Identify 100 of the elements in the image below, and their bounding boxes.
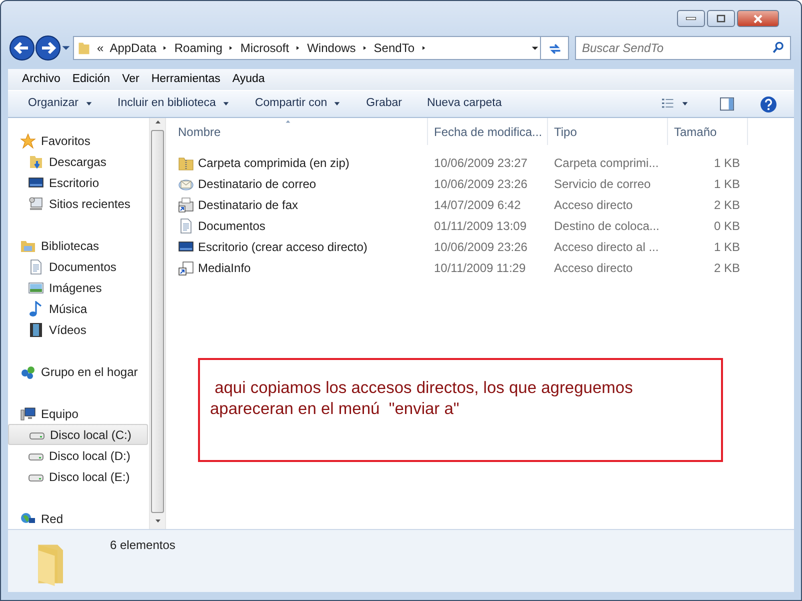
file-name[interactable]: MediaInfo [198,258,251,276]
toolbar-button[interactable]: Compartir con [246,92,350,116]
address-overflow[interactable]: « [97,39,104,57]
document-icon [178,218,194,234]
column-header[interactable]: Tipo [548,118,668,145]
column-header[interactable]: Fecha de modifica... [428,118,548,145]
breadcrumb-item[interactable]: Microsoft [240,39,290,57]
menu-item[interactable]: Ver [118,70,144,88]
folder-icon [28,154,44,170]
zip-folder-icon [178,154,194,170]
caret-icon [222,101,230,107]
sidebar-item[interactable]: Red [8,508,148,529]
table-cell-text: Acceso directo [553,196,634,214]
table-cell-text: Destino de coloca... [553,218,660,234]
shortcut-icon [178,260,194,276]
table-cell-text: 10/06/2009 23:26 [433,176,528,192]
file-name[interactable]: Escritorio (crear acceso directo) [198,238,368,256]
sort-arrow-icon [284,119,292,124]
chevron-right-icon[interactable] [295,44,302,52]
breadcrumb-item[interactable]: Windows [307,39,356,57]
address-bar[interactable]: « AppData Roaming Microsoft Windows SendTo [73,36,541,60]
music-note-icon [28,300,44,316]
film-icon [28,322,44,338]
monitor-icon [28,196,44,212]
search-field[interactable]: Buscar SendTo [575,36,791,60]
back-button[interactable] [9,35,35,61]
caret-icon [84,101,92,107]
file-name[interactable]: Destinatario de fax [198,196,298,214]
table-cell-text: 1 KB [712,154,741,172]
refresh-icon [548,42,562,56]
sidebar-item[interactable]: Imágenes [8,277,148,298]
image-icon [28,280,44,296]
annotation-text: aqui copiamos los accesos directos, los que agreguemos apareceran en el menú "enviar a" [210,378,634,420]
table-cell-text: 1 KB [712,238,741,256]
column-header[interactable]: Tamaño [668,118,748,145]
table-cell-text: 1 KB [712,176,741,192]
document-icon [28,258,44,274]
list-view-icon [661,98,675,110]
sidebar-item[interactable]: Escritorio [8,172,148,193]
sidebar-item[interactable]: Disco local (C:) [8,424,148,445]
sidebar-item[interactable]: Música [8,298,148,319]
column-header[interactable]: Nombre [166,118,428,145]
file-name[interactable]: Documentos [198,216,266,234]
chevron-right-icon[interactable] [228,44,234,52]
file-name[interactable]: Destinatario de correo [198,174,316,192]
breadcrumb-item[interactable]: SendTo [374,39,414,57]
table-cell-text: 0 KB [712,218,741,234]
toolbar-button[interactable]: Grabar [358,92,410,116]
table-cell-text: Servicio de correo [553,176,652,192]
sidebar-item[interactable]: Equipo [8,403,148,424]
toolbar-button[interactable]: Incluir en biblioteca [110,92,238,116]
help-icon [760,96,777,112]
sidebar-item[interactable]: Grupo en el hogar [8,361,148,382]
file-name[interactable]: Carpeta comprimida (en zip) [198,154,350,172]
caret-icon [681,101,689,107]
table-cell-text: 10/06/2009 23:26 [433,238,528,256]
menu-item[interactable]: Ayuda [228,70,269,88]
scroll-down-icon[interactable] [154,517,162,525]
sidebar-item[interactable]: Descargas [8,151,148,172]
sidebar-item[interactable]: Disco local (E:) [8,466,148,487]
refresh-button[interactable] [541,36,569,60]
table-cell-text: Acceso directo al ... [553,238,660,256]
minimize-button[interactable] [677,10,705,27]
table-cell-text: Acceso directo [553,260,634,276]
breadcrumb-item[interactable]: AppData [110,39,156,57]
chevron-right-icon[interactable] [420,44,426,52]
sidebar-item[interactable]: Favoritos [8,130,148,151]
minimize-icon [686,17,696,20]
item-count: 6 elementos [110,537,176,554]
sidebar-item[interactable]: Sitios recientes [8,193,148,214]
breadcrumb-item[interactable]: Roaming [174,39,222,57]
table-cell-text: Carpeta comprimi... [553,154,660,172]
sidebar-item[interactable]: Disco local (D:) [8,445,148,466]
table-cell-text: 10/11/2009 11:29 [433,260,527,276]
menu-item[interactable]: Archivo [18,70,64,88]
scroll-thumb[interactable] [151,130,164,513]
sidebar-item[interactable]: Vídeos [8,319,148,340]
table-cell-text: 14/07/2009 6:42 [433,196,522,214]
sidebar-item[interactable]: Bibliotecas [8,235,148,256]
monitor-icon [178,238,194,254]
computer-icon [20,406,36,422]
menu-item[interactable]: Edición [68,70,114,88]
pane-icon [719,97,735,111]
sidebar-item[interactable]: Documentos [8,256,148,277]
star-icon [20,132,36,148]
table-cell-text: 2 KB [712,260,741,276]
table-cell-text: 2 KB [712,196,741,214]
toolbar-button[interactable]: Nueva carpeta [418,92,510,116]
close-button[interactable] [737,10,779,27]
caret-icon [333,101,342,107]
table-cell-text: 10/06/2009 23:27 [433,154,528,172]
maximize-button[interactable] [707,10,735,27]
menu-item[interactable]: Herramientas [147,70,224,88]
search-icon[interactable] [772,41,785,54]
forward-button[interactable] [35,35,61,61]
toolbar-button[interactable]: Organizar [20,92,100,116]
folder-icon [77,40,91,56]
chevron-right-icon[interactable] [162,44,168,52]
monitor-icon [28,174,44,190]
chevron-right-icon[interactable] [362,44,368,52]
